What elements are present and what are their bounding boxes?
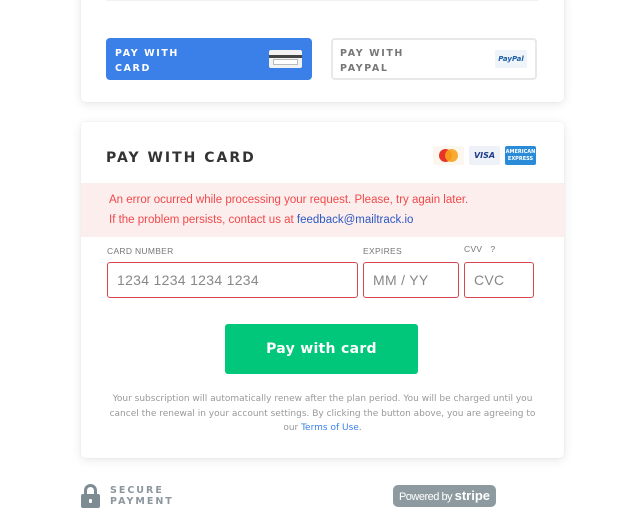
pay-with-card-tab[interactable]: PAY WITH CARD: [106, 38, 312, 80]
cvv-label: CVV ?: [464, 244, 495, 254]
form-title: PAY WITH CARD: [106, 150, 256, 166]
legal-notice: Your subscription will automatically ren…: [101, 392, 544, 436]
expiry-input[interactable]: MM / YY: [363, 262, 459, 298]
card-brands: VISA AMERICAN EXPRESS: [433, 146, 536, 165]
paypal-logo-icon: PayPal: [495, 50, 527, 68]
visa-icon: VISA: [469, 146, 500, 165]
secure-payment-text: SECURE PAYMENT: [110, 485, 174, 507]
card-number-input[interactable]: 1234 1234 1234 1234: [107, 262, 358, 298]
payment-method-card: PAY WITH CARD PAY WITH PAYPAL PayPal: [81, 0, 564, 102]
credit-card-icon: [269, 50, 302, 68]
expires-label: EXPIRES: [363, 246, 402, 256]
pay-with-paypal-label: PAY WITH PAYPAL: [340, 48, 404, 74]
pay-with-card-button[interactable]: Pay with card: [225, 324, 418, 374]
error-message: An error ocurred while processing your r…: [81, 183, 564, 237]
lock-icon: [81, 484, 100, 508]
feedback-email-link[interactable]: feedback@mailtrack.io: [297, 214, 414, 226]
cvc-input[interactable]: CVC: [464, 262, 534, 298]
terms-of-use-link[interactable]: Terms of Use.: [301, 423, 362, 433]
stripe-logo: stripe: [454, 488, 491, 503]
powered-by-stripe-badge[interactable]: Powered by stripe: [393, 485, 496, 507]
amex-icon: AMERICAN EXPRESS: [505, 146, 536, 165]
cvv-label-text: CVV: [464, 244, 483, 254]
pay-with-card-label: PAY WITH CARD: [115, 48, 179, 74]
powered-by-text: Powered by: [398, 491, 455, 503]
divider: [106, 0, 539, 1]
pay-with-paypal-tab[interactable]: PAY WITH PAYPAL PayPal: [331, 38, 537, 80]
secure-line-1: SECURE: [110, 485, 164, 496]
secure-line-2: PAYMENT: [110, 496, 174, 507]
error-line-2-text: If the problem persists, contact us at: [109, 213, 297, 226]
mastercard-icon: [433, 146, 464, 165]
card-number-label: CARD NUMBER: [107, 246, 174, 256]
cvv-help-icon[interactable]: ?: [490, 244, 495, 254]
card-payment-form: PAY WITH CARD VISA AMERICAN EXPRESS An e…: [81, 122, 564, 458]
secure-payment-badge: SECURE PAYMENT: [81, 484, 174, 508]
error-line-1: An error ocurred while processing your r…: [109, 194, 469, 206]
error-line-2: If the problem persists, contact us at f…: [109, 211, 536, 231]
